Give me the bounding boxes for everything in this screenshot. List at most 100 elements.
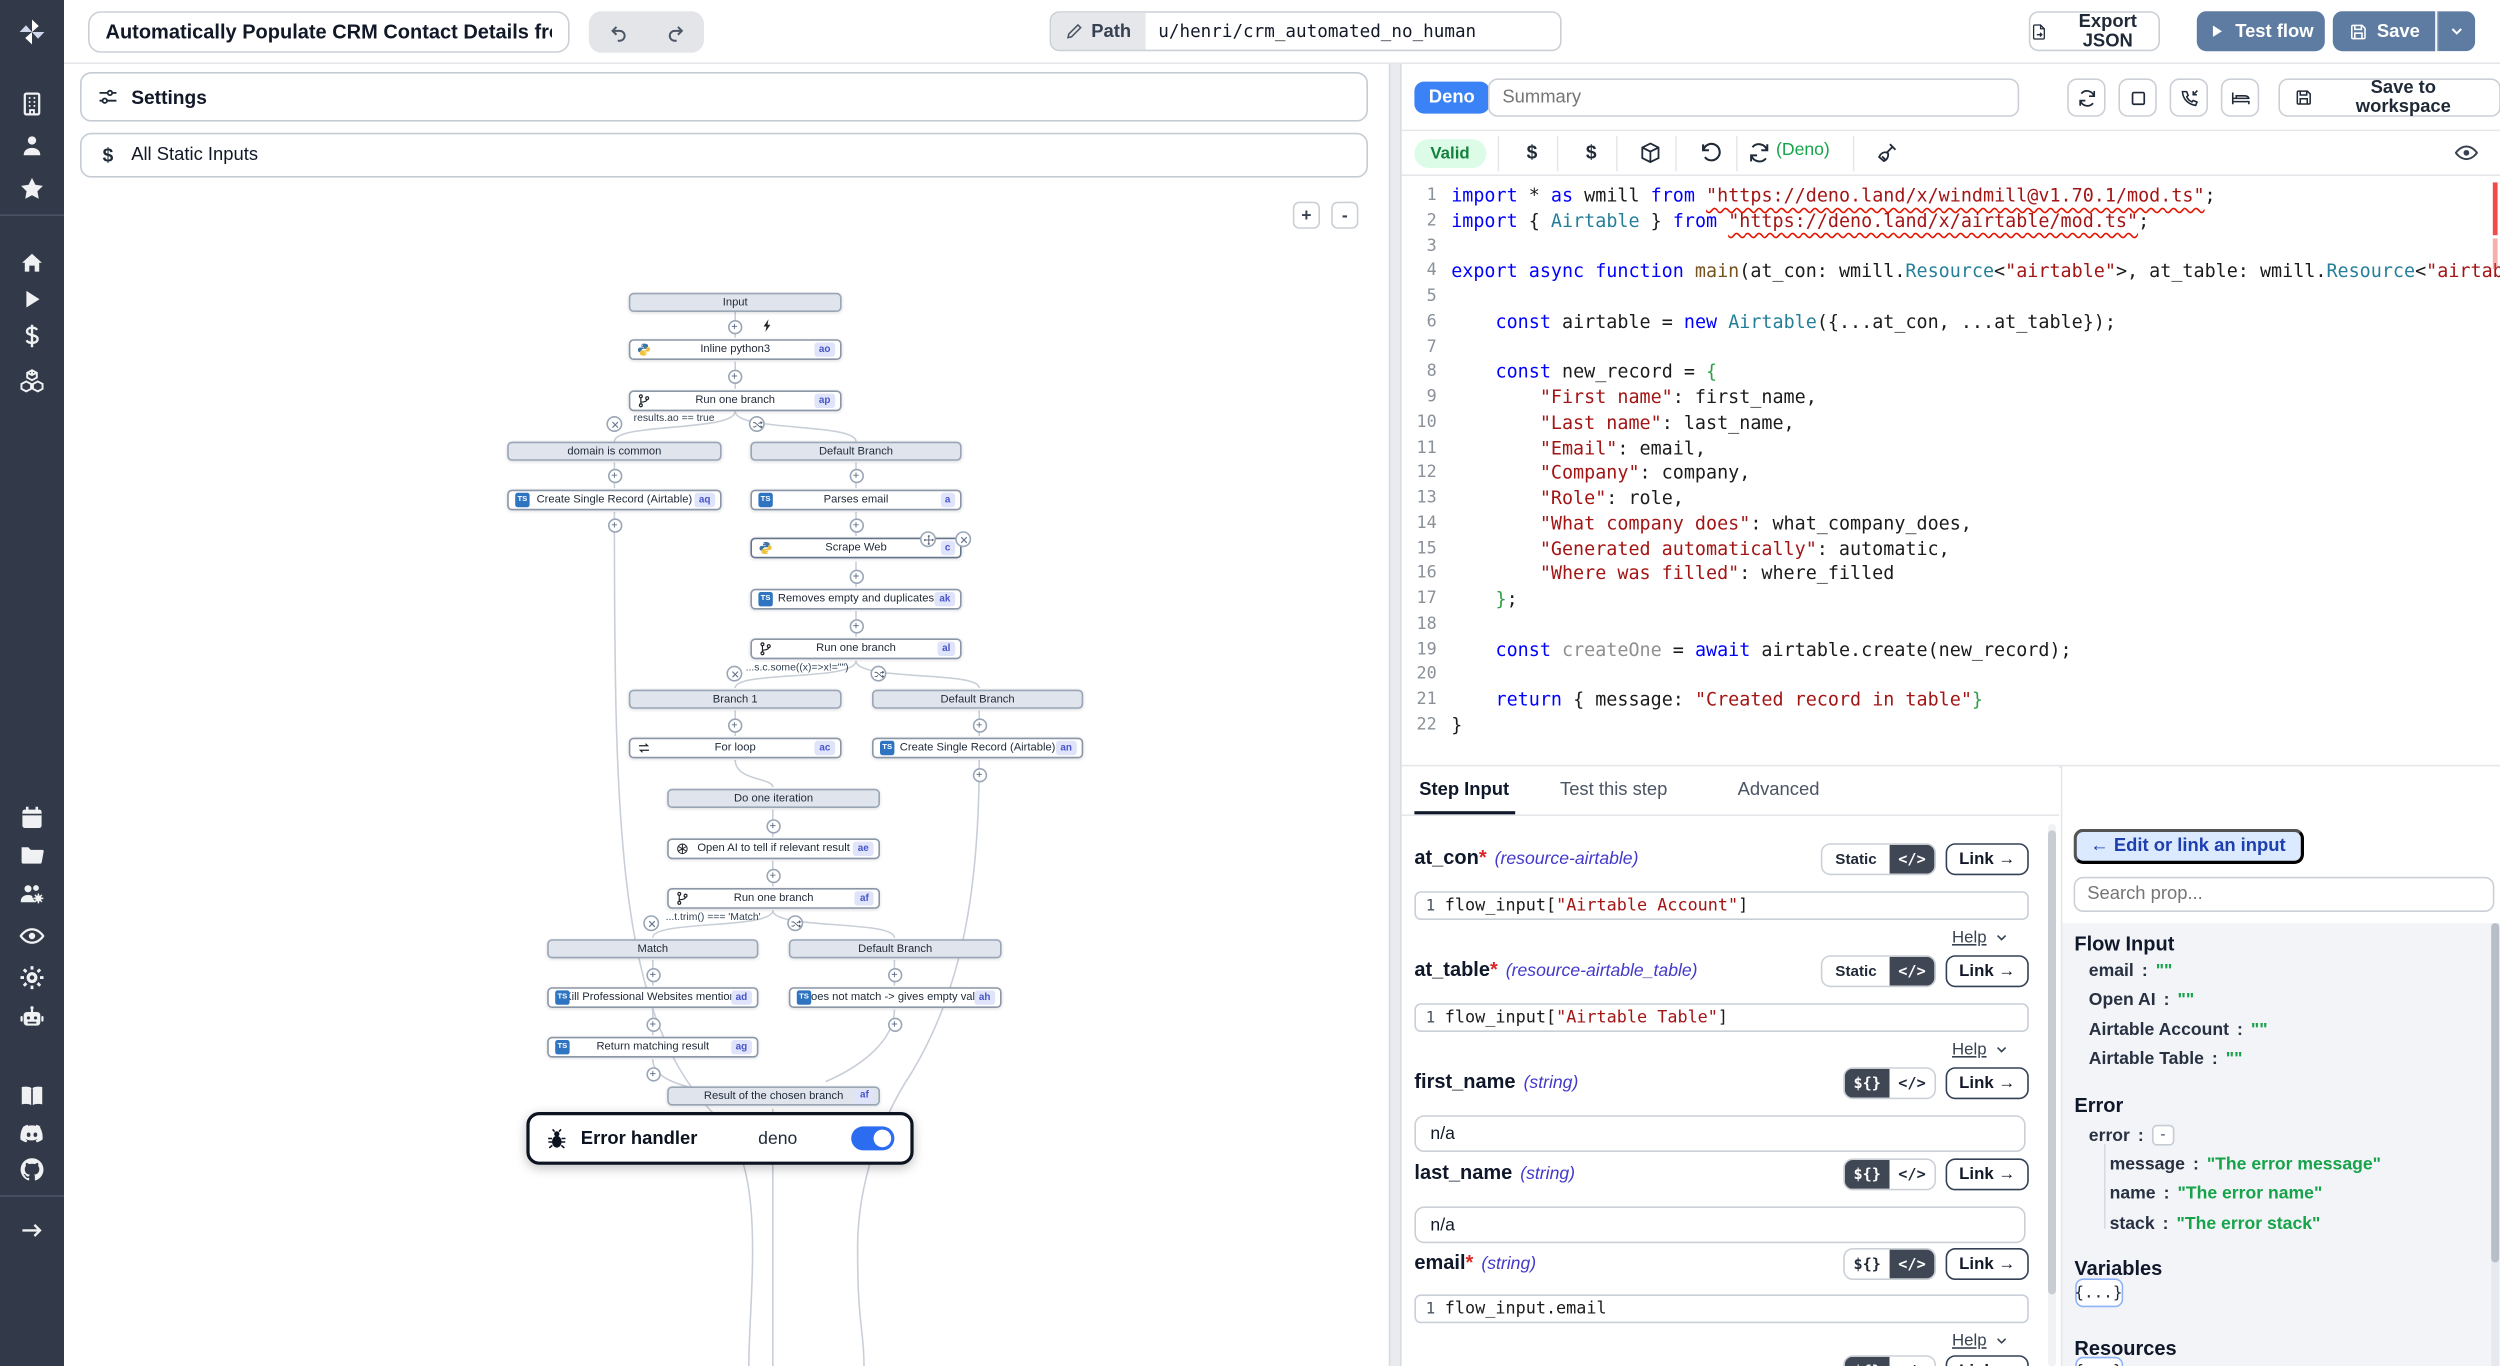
at_con-help[interactable]: Help [1952, 926, 2009, 948]
sidebar-item-folder[interactable] [19, 842, 45, 868]
flow-node-branch-default-1[interactable]: Default Branch [750, 442, 961, 461]
sidebar-item-star[interactable] [19, 176, 45, 202]
sidebar-item-user[interactable] [19, 133, 45, 159]
toggle-option[interactable]: Static [1822, 957, 1889, 986]
error-handler-node[interactable]: Error handler deno [526, 1112, 913, 1165]
sidebar-item-robot[interactable] [19, 1005, 45, 1031]
webhook-button[interactable] [2170, 78, 2208, 116]
sidebar-item-building[interactable] [19, 91, 45, 117]
zoom-out-button[interactable]: - [1331, 202, 1358, 229]
add-step-button[interactable] [727, 718, 741, 732]
redo-button[interactable] [646, 11, 704, 53]
static-dollar-icon[interactable]: $ [1579, 141, 1603, 165]
sidebar-item-users-gear[interactable] [19, 882, 45, 908]
language-badge[interactable]: Deno [1414, 82, 1489, 114]
sidebar-item-play[interactable] [19, 286, 45, 312]
edit-or-link-back-button[interactable]: ← Edit or link an input [2073, 829, 2303, 864]
prop-row-open-ai[interactable]: Open AI:"" [2089, 990, 2194, 1009]
at_con-link-button[interactable]: Link → [1946, 843, 2029, 875]
static-inputs-button[interactable]: $ All Static Inputs [80, 133, 1368, 178]
sleep-button[interactable] [2221, 78, 2259, 116]
error-handler-toggle[interactable] [851, 1126, 894, 1150]
stop-button[interactable] [2118, 78, 2156, 116]
last_name-link-button[interactable]: Link → [1946, 1158, 2029, 1190]
flow-node-branch-1[interactable]: Branch 1 [629, 690, 842, 709]
add-step-button[interactable] [849, 618, 863, 632]
at_con-expression-editor[interactable]: 1flow_input["Airtable Account"] [1414, 891, 2028, 920]
tab-test-this-step[interactable]: Test this step [1560, 781, 1667, 815]
flow-node-iter[interactable]: Do one iteration [667, 789, 880, 808]
assistant-dollar-icon[interactable]: $ [1520, 141, 1544, 165]
zoom-in-button[interactable]: + [1293, 202, 1320, 229]
reload-icon[interactable] [1747, 141, 1771, 165]
sidebar-item-dollar[interactable] [19, 323, 45, 349]
prop-row-message[interactable]: message:"The error message" [2110, 1155, 2381, 1174]
step-panel-scrollbar-thumb[interactable] [2048, 830, 2056, 1294]
first_name-mode-toggle[interactable]: ${}</> [1843, 1067, 1936, 1099]
add-step-button[interactable] [607, 468, 621, 482]
last_name-mode-toggle[interactable]: ${}</> [1843, 1158, 1936, 1190]
flow-node-ak[interactable]: TSRemoves empty and duplicatesak [750, 589, 961, 610]
add-step-button[interactable] [849, 569, 863, 583]
toggle-option[interactable]: </> [1890, 1357, 1935, 1366]
tab-step-input[interactable]: Step Input [1419, 781, 1509, 815]
flow-node-aq[interactable]: TSCreate Single Record (Airtable)aq [507, 490, 721, 511]
prop-row-error[interactable]: error:- [2089, 1125, 2174, 1146]
email-help[interactable]: Help [1952, 1330, 2009, 1352]
flow-node-ap[interactable]: Run one branchap [629, 390, 842, 411]
sidebar-item-calendar[interactable] [19, 805, 45, 831]
add-step-button[interactable] [972, 718, 986, 732]
at_table-link-button[interactable]: Link → [1946, 955, 2029, 987]
sidebar-item-discord[interactable] [19, 1120, 45, 1146]
at_table-mode-toggle[interactable]: Static</> [1821, 955, 1936, 987]
sidebar-item-cubes[interactable] [19, 368, 45, 394]
flow-node-ad[interactable]: TSKill Professional Websites mentionsad [547, 987, 758, 1008]
resources-expand-button[interactable]: {...} [2074, 1357, 2122, 1366]
at_table-expression-editor[interactable]: 1flow_input["Airtable Table"] [1414, 1003, 2028, 1032]
remove-node-button[interactable] [955, 531, 971, 547]
sidebar-item-arrow-right[interactable] [19, 1218, 45, 1244]
flow-node-ae[interactable]: Open AI to tell if relevant resultae [667, 838, 880, 859]
flow-node-an[interactable]: TSCreate Single Record (Airtable)an [872, 738, 1083, 759]
toggle-option[interactable]: </> [1890, 1160, 1935, 1189]
prop-panel-scrollbar-thumb[interactable] [2490, 923, 2498, 1262]
toggle-option[interactable]: Static [1822, 845, 1889, 874]
flow-node-al[interactable]: Run one branchal [750, 638, 961, 659]
save-to-workspace-button[interactable]: Save to workspace [2278, 78, 2500, 116]
windmill-logo-icon[interactable] [16, 16, 48, 48]
collapse-toggle[interactable]: - [2152, 1125, 2174, 1146]
add-step-button[interactable] [972, 767, 986, 781]
flow-node-branch-default-3[interactable]: Default Branch [789, 939, 1002, 958]
flow-node-branch-default-2[interactable]: Default Branch [872, 690, 1083, 709]
add-step-button[interactable] [849, 518, 863, 532]
flow-node-input[interactable]: Input [629, 293, 842, 312]
flow-node-ac[interactable]: For loopac [629, 738, 842, 759]
add-step-button[interactable] [849, 468, 863, 482]
flow-node-branch-match[interactable]: Match [547, 939, 758, 958]
variables-expand-button[interactable]: {...} [2074, 1278, 2122, 1307]
add-step-button[interactable] [727, 369, 741, 383]
flow-title-input[interactable] [88, 11, 570, 53]
add-step-button[interactable] [887, 1017, 901, 1031]
preview-eye-icon[interactable] [2454, 141, 2478, 165]
tab-advanced[interactable]: Advanced [1738, 781, 1820, 815]
first_name-link-button[interactable]: Link → [1946, 1067, 2029, 1099]
reset-icon[interactable] [1699, 141, 1723, 165]
email-link-button[interactable]: Link → [1946, 1248, 2029, 1280]
toggle-option[interactable]: </> [1890, 845, 1935, 874]
undo-button[interactable] [589, 11, 647, 53]
path-field[interactable]: Path u/henri/crm_automated_no_human [1050, 11, 1562, 51]
prop-row-airtable-account[interactable]: Airtable Account:"" [2089, 1021, 2268, 1040]
toggle-option[interactable]: </> [1890, 957, 1935, 986]
prop-row-airtable-table[interactable]: Airtable Table:"" [2089, 1050, 2243, 1069]
save-menu-button[interactable] [2437, 11, 2475, 51]
sidebar-item-eye[interactable] [19, 923, 45, 949]
company-link-button[interactable]: Link → [1946, 1355, 2029, 1366]
toggle-option[interactable]: ${} [1845, 1357, 1890, 1366]
export-json-button[interactable]: Export JSON [2029, 11, 2160, 51]
flow-node-branch-domain[interactable]: domain is common [507, 442, 721, 461]
email-expression-editor[interactable]: 1flow_input.email [1414, 1294, 2028, 1323]
company-mode-toggle[interactable]: ${}</> [1843, 1355, 1936, 1366]
flow-node-result[interactable]: Result of the chosen branchaf [667, 1086, 880, 1105]
summary-input[interactable] [1488, 78, 2019, 116]
